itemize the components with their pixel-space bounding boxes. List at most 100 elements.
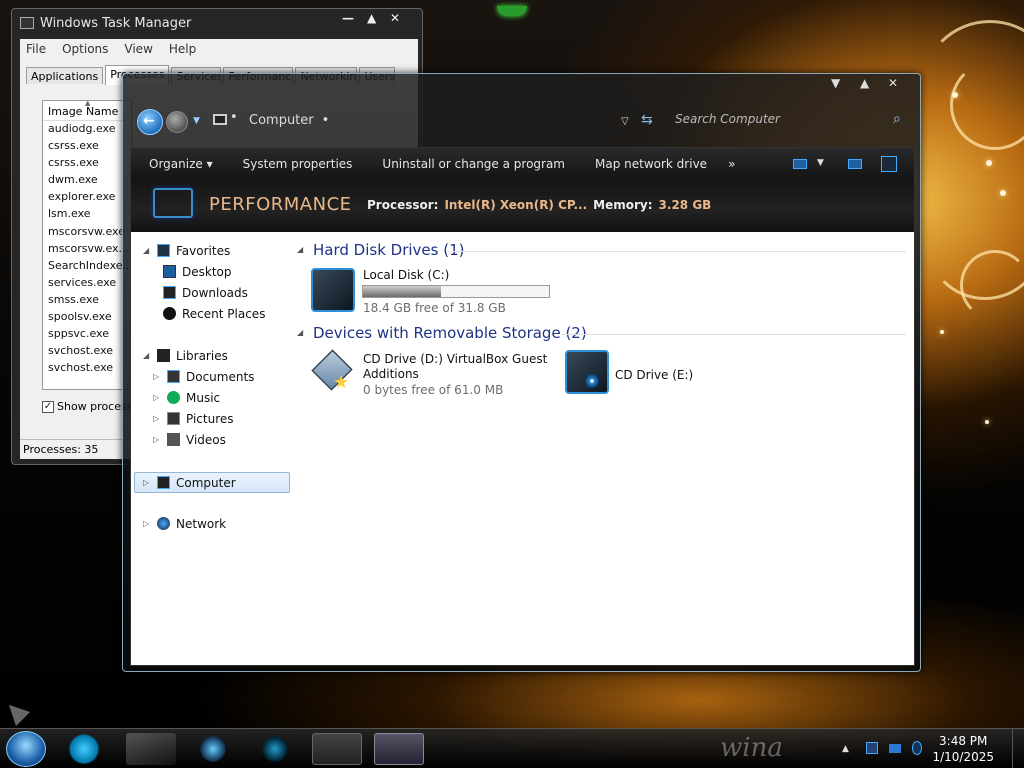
- start-button[interactable]: [6, 731, 46, 767]
- drive-d-name-line1: CD Drive (D:) VirtualBox Guest: [363, 352, 548, 366]
- search-input[interactable]: Search Computer: [675, 112, 780, 126]
- more-commands-button[interactable]: »: [722, 157, 750, 171]
- process-row[interactable]: csrss.exe: [43, 138, 131, 155]
- explorer-titlebar[interactable]: ▼ ▲ ✕: [123, 74, 920, 104]
- process-row[interactable]: explorer.exe: [43, 189, 131, 206]
- menu-file[interactable]: File: [26, 42, 46, 56]
- group-hard-disk-drives[interactable]: Hard Disk Drives (1): [313, 241, 464, 259]
- system-properties-button[interactable]: System properties: [228, 157, 368, 171]
- nav-documents[interactable]: ▷ Documents: [153, 367, 254, 386]
- process-list[interactable]: ▲ Image Name audiodg.exe csrss.exe csrss…: [42, 99, 132, 390]
- taskbar-internet-explorer-icon[interactable]: [64, 733, 114, 765]
- tray-volume-icon[interactable]: [912, 741, 922, 755]
- refresh-icon[interactable]: ⇆: [641, 112, 653, 128]
- menu-options[interactable]: Options: [62, 42, 108, 56]
- nav-pictures[interactable]: ▷ Pictures: [153, 409, 234, 428]
- map-network-drive-button[interactable]: Map network drive: [580, 157, 722, 171]
- explorer-window[interactable]: ▼ ▲ ✕ ← ▼ • Computer • ▽ ⇆ Search Comput…: [122, 73, 921, 672]
- nav-computer[interactable]: ▷ Computer: [134, 472, 290, 493]
- process-row[interactable]: svchost.exe: [43, 343, 131, 360]
- process-row[interactable]: dwm.exe: [43, 172, 131, 189]
- show-hidden-icons-icon[interactable]: ▲: [842, 744, 849, 754]
- close-icon[interactable]: ✕: [888, 76, 898, 90]
- process-row[interactable]: spoolsv.exe: [43, 309, 131, 326]
- show-desktop-button[interactable]: [1012, 729, 1024, 768]
- nav-libraries[interactable]: ◢ Libraries: [143, 346, 228, 365]
- process-row[interactable]: sppsvc.exe: [43, 326, 131, 343]
- drive-c-usage-fill: [363, 286, 442, 297]
- collapsed-arrow-icon[interactable]: ▷: [153, 393, 161, 402]
- preview-pane-icon[interactable]: [848, 159, 862, 169]
- nav-network[interactable]: ▷ Network: [143, 514, 226, 533]
- process-row[interactable]: services.exe: [43, 275, 131, 292]
- collapsed-arrow-icon[interactable]: ▷: [153, 435, 161, 444]
- uninstall-program-button[interactable]: Uninstall or change a program: [367, 157, 580, 171]
- group-collapse-icon[interactable]: ◢: [297, 245, 303, 254]
- performance-banner: PERFORMANCE Processor: Intel(R) Xeon(R) …: [131, 180, 914, 232]
- libraries-icon: [157, 349, 170, 362]
- taskbar-globe-icon[interactable]: [250, 733, 300, 765]
- process-row[interactable]: SearchIndexe...: [43, 258, 131, 275]
- back-button[interactable]: ←: [137, 109, 163, 135]
- taskbar-computer-window-icon[interactable]: [374, 733, 424, 765]
- task-manager-title: Windows Task Manager: [40, 16, 192, 31]
- maximize-icon[interactable]: ▲: [367, 11, 376, 25]
- group-divider: [446, 251, 906, 252]
- recent-pages-dropdown-icon[interactable]: ▼: [193, 116, 200, 126]
- nav-desktop[interactable]: Desktop: [163, 262, 232, 281]
- help-icon[interactable]: [881, 156, 897, 172]
- breadcrumb-separator-icon: •: [230, 110, 238, 125]
- column-header-image-name[interactable]: ▲ Image Name: [43, 99, 131, 121]
- change-view-icon[interactable]: [793, 159, 807, 169]
- breadcrumb-computer[interactable]: Computer: [249, 113, 314, 128]
- tray-display-icon[interactable]: [889, 744, 901, 753]
- computer-icon: [157, 476, 170, 489]
- nav-recent-places[interactable]: Recent Places: [163, 304, 265, 323]
- search-icon[interactable]: ⌕: [893, 111, 901, 127]
- nav-downloads[interactable]: Downloads: [163, 283, 248, 302]
- collapsed-arrow-icon[interactable]: ▷: [153, 414, 161, 423]
- taskbar-media-player-icon[interactable]: [188, 733, 238, 765]
- cd-drive-d[interactable]: ★ CD Drive (D:) VirtualBox Guest Additio…: [309, 348, 549, 397]
- forward-button[interactable]: [166, 111, 188, 133]
- minimize-icon[interactable]: ▼: [831, 76, 840, 90]
- process-row[interactable]: mscorsvw.ex...: [43, 241, 131, 258]
- nav-favorites[interactable]: ◢ Favorites: [143, 241, 230, 260]
- checkbox-checked-icon[interactable]: ✓: [42, 400, 54, 413]
- nav-videos[interactable]: ▷ Videos: [153, 430, 226, 449]
- address-bar[interactable]: • Computer •: [230, 110, 329, 130]
- collapsed-arrow-icon[interactable]: ▷: [143, 519, 151, 528]
- drive-c-name: Local Disk (C:): [363, 268, 450, 282]
- close-icon[interactable]: ✕: [390, 11, 400, 25]
- tab-applications[interactable]: Applications: [26, 67, 104, 84]
- taskbar-task-manager-icon[interactable]: [312, 733, 362, 765]
- expanded-arrow-icon[interactable]: ◢: [143, 246, 151, 255]
- collapsed-arrow-icon[interactable]: ▷: [153, 372, 161, 381]
- collapsed-arrow-icon[interactable]: ▷: [143, 478, 151, 487]
- process-row[interactable]: svchost.exe: [43, 360, 131, 377]
- local-disk-c[interactable]: Local Disk (C:) 18.4 GB free of 31.8 GB: [309, 266, 554, 315]
- system-clock[interactable]: 3:48 PM 1/10/2025: [932, 733, 994, 765]
- process-row[interactable]: csrss.exe: [43, 155, 131, 172]
- view-dropdown-icon[interactable]: ▼: [817, 158, 824, 168]
- expanded-arrow-icon[interactable]: ◢: [143, 351, 151, 360]
- address-dropdown-icon[interactable]: ▽: [621, 116, 629, 127]
- minimize-icon[interactable]: —: [342, 11, 354, 25]
- clock-time: 3:48 PM: [939, 734, 988, 748]
- process-row[interactable]: smss.exe: [43, 292, 131, 309]
- process-row[interactable]: mscorsvw.exe: [43, 224, 131, 241]
- group-collapse-icon[interactable]: ◢: [297, 328, 303, 337]
- group-removable-storage[interactable]: Devices with Removable Storage (2): [313, 324, 587, 342]
- cd-drive-e[interactable]: CD Drive (E:): [563, 348, 713, 396]
- memory-label: Memory:: [593, 198, 653, 212]
- process-row[interactable]: audiodg.exe: [43, 121, 131, 138]
- task-manager-titlebar[interactable]: Windows Task Manager — ▲ ✕: [12, 9, 422, 39]
- process-row[interactable]: lsm.exe: [43, 206, 131, 223]
- tray-network-icon[interactable]: [866, 742, 878, 754]
- taskbar-explorer-icon[interactable]: [126, 733, 176, 765]
- menu-help[interactable]: Help: [169, 42, 196, 56]
- menu-view[interactable]: View: [124, 42, 152, 56]
- organize-button[interactable]: Organize ▾: [131, 157, 228, 171]
- nav-music[interactable]: ▷ Music: [153, 388, 220, 407]
- maximize-icon[interactable]: ▲: [860, 76, 869, 90]
